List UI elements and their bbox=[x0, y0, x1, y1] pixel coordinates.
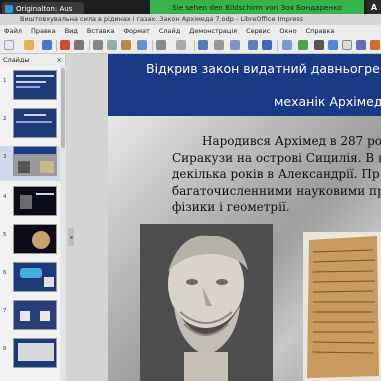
menu-format[interactable]: Формат bbox=[123, 27, 149, 35]
export-pdf-icon[interactable] bbox=[60, 40, 70, 50]
save-icon[interactable] bbox=[42, 40, 52, 50]
menu-help[interactable]: Справка bbox=[306, 27, 335, 35]
slide-thumbnail-2[interactable]: 2 bbox=[0, 108, 60, 140]
slide-thumbnail-7[interactable]: 7 bbox=[0, 300, 60, 332]
body-line: Народився Архімед в 287 році bbox=[202, 134, 381, 148]
slides-panel-title: Слайды bbox=[3, 55, 30, 64]
copy-icon[interactable] bbox=[107, 40, 117, 50]
close-panel-icon[interactable]: × bbox=[57, 56, 62, 64]
slide-title-bar: Відкрив закон видатний давньогре механік… bbox=[108, 54, 381, 116]
grid-icon[interactable] bbox=[214, 40, 224, 50]
insert-table-icon[interactable] bbox=[282, 40, 292, 50]
slides-panel-header: Слайды × bbox=[0, 54, 65, 65]
start-slideshow-icon[interactable] bbox=[262, 40, 272, 50]
text-box-icon[interactable] bbox=[342, 40, 352, 50]
format-paintbrush-icon[interactable] bbox=[137, 40, 147, 50]
slide-title-line2[interactable]: механік Архімед bbox=[274, 94, 381, 109]
slide-thumbnail-5[interactable]: 5 bbox=[0, 224, 60, 256]
menu-edit[interactable]: Правка bbox=[31, 27, 56, 35]
slide-thumbnail-4[interactable]: 4 bbox=[0, 186, 60, 218]
collapse-panel-handle[interactable]: ◂ bbox=[68, 228, 74, 246]
microphone-icon bbox=[5, 4, 13, 13]
body-line: фізики і геометрії. bbox=[172, 200, 290, 214]
body-line: Сиракузи на острові Сицилія. В к bbox=[172, 150, 381, 165]
papyrus-manuscript-image[interactable] bbox=[303, 232, 381, 381]
screen-share-banner: Sie sehen den Bildschirm von Зоя Бондаре… bbox=[150, 0, 364, 14]
master-slide-icon[interactable] bbox=[248, 40, 258, 50]
slides-panel: Слайды × 1 2 3 4 5 6 7 8 bbox=[0, 54, 66, 381]
spelling-icon[interactable] bbox=[198, 40, 208, 50]
menu-slideshow[interactable]: Демонстрація bbox=[189, 27, 237, 35]
share-corner-label: A bbox=[367, 0, 381, 14]
menu-file[interactable]: Файл bbox=[4, 27, 22, 35]
open-icon[interactable] bbox=[24, 40, 34, 50]
special-char-icon[interactable] bbox=[356, 40, 366, 50]
slide-number: 2 bbox=[3, 116, 7, 122]
menu-tools[interactable]: Сервис bbox=[246, 27, 270, 35]
insert-image-icon[interactable] bbox=[298, 40, 308, 50]
slide-preview bbox=[13, 70, 57, 100]
slide-thumbnail-6[interactable]: 6 bbox=[0, 262, 60, 294]
slide-number: 7 bbox=[3, 308, 7, 314]
menu-slide[interactable]: Слайд bbox=[159, 27, 180, 35]
paste-icon[interactable] bbox=[121, 40, 131, 50]
print-icon[interactable] bbox=[74, 40, 84, 50]
insert-media-icon[interactable] bbox=[314, 40, 324, 50]
insert-chart-icon[interactable] bbox=[328, 40, 338, 50]
new-doc-icon[interactable] bbox=[4, 40, 14, 50]
slide-preview bbox=[13, 224, 57, 254]
slide-preview bbox=[13, 146, 57, 176]
slide-title-line1[interactable]: Відкрив закон видатний давньогре bbox=[146, 61, 380, 76]
slide-number: 6 bbox=[3, 270, 7, 276]
slide-thumbnail-1[interactable]: 1 bbox=[0, 70, 60, 102]
slide-preview bbox=[13, 262, 57, 292]
slide-number: 5 bbox=[3, 232, 7, 238]
slide-preview bbox=[13, 338, 57, 368]
slide-number: 1 bbox=[3, 78, 7, 84]
slide-body-text[interactable]: Народився Архімед в 287 році Сиракузи на… bbox=[172, 133, 381, 216]
archimedes-bust-image[interactable] bbox=[140, 224, 273, 381]
standard-toolbar bbox=[0, 37, 381, 54]
slide-number: 8 bbox=[3, 346, 7, 352]
menu-insert[interactable]: Вставка bbox=[87, 27, 115, 35]
menu-window[interactable]: Окно bbox=[279, 27, 296, 35]
menu-view[interactable]: Вид bbox=[65, 27, 78, 35]
cut-icon[interactable] bbox=[93, 40, 103, 50]
slide-number: 3 bbox=[3, 154, 7, 160]
fontwork-icon[interactable] bbox=[370, 40, 380, 50]
undo-icon[interactable] bbox=[156, 40, 166, 50]
audio-status-label: Originalton: Aus bbox=[16, 4, 73, 13]
slide-preview bbox=[13, 186, 57, 216]
body-line: декілька років в Александрії. Пр bbox=[172, 167, 380, 181]
slides-scrollbar-thumb[interactable] bbox=[61, 68, 65, 148]
body-line: багаточисленними науковими пра bbox=[172, 183, 381, 198]
redo-icon[interactable] bbox=[176, 40, 186, 50]
slide-preview bbox=[13, 108, 57, 138]
slide-thumbnail-8[interactable]: 8 bbox=[0, 338, 60, 370]
window-title: Виштовхувальна сила в рідинах і газах. З… bbox=[0, 14, 381, 25]
menu-bar: Файл Правка Вид Вставка Формат Слайд Дем… bbox=[0, 25, 381, 37]
slide-number: 4 bbox=[3, 194, 7, 200]
slide-thumbnail-3[interactable]: 3 bbox=[0, 146, 60, 181]
display-views-icon[interactable] bbox=[230, 40, 240, 50]
slide-preview bbox=[13, 300, 57, 330]
